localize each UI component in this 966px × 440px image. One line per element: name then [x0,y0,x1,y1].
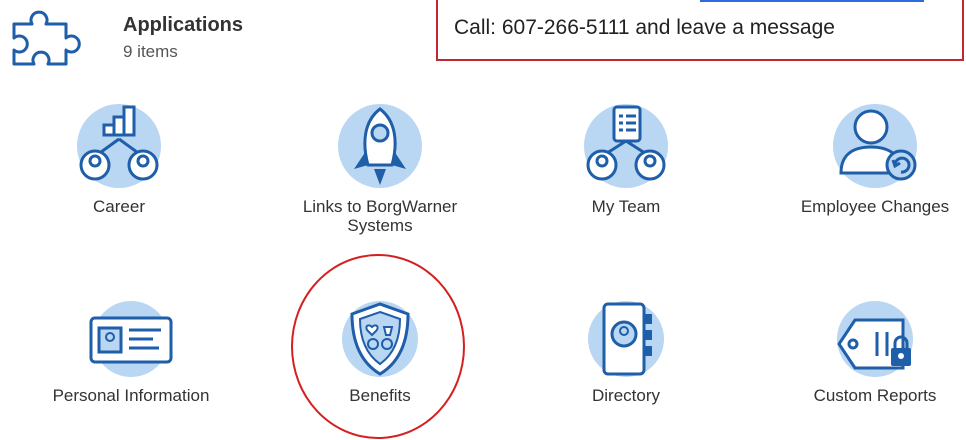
id-card-icon [89,301,173,377]
app-label: My Team [591,197,661,216]
employee-changes-icon [833,104,917,188]
app-tile-custom-reports[interactable]: Custom Reports [790,300,960,405]
applications-header: Applications 9 items [6,0,306,70]
rocket-icon [338,104,422,188]
app-tile-career[interactable]: Career [34,103,204,216]
app-tile-links[interactable]: Links to BorgWarner Systems [295,103,465,235]
app-label: Personal Information [52,386,210,405]
app-tile-personal-information[interactable]: Personal Information [46,300,216,405]
reports-tag-icon [837,301,913,377]
email-link[interactable] [700,0,924,2]
app-label: Career [93,197,145,216]
puzzle-icon [12,10,81,66]
app-label: Employee Changes [800,197,950,216]
app-label: Directory [591,386,660,405]
directory-book-icon [588,301,664,377]
app-label: Links to BorgWarner Systems [302,197,458,235]
contact-callout: Call: 607-266-5111 and leave a message [436,0,964,61]
app-label: Custom Reports [813,386,937,405]
item-count: 9 items [123,42,178,61]
app-tile-my-team[interactable]: My Team [541,103,711,216]
app-tile-directory[interactable]: Directory [541,300,711,405]
app-tile-employee-changes[interactable]: Employee Changes [790,103,960,216]
team-icon [584,104,668,188]
benefits-highlight-circle [291,254,465,439]
callout-text: Call: 607-266-5111 and leave a message [454,16,835,39]
career-icon [77,104,161,188]
page-title: Applications [123,14,244,36]
